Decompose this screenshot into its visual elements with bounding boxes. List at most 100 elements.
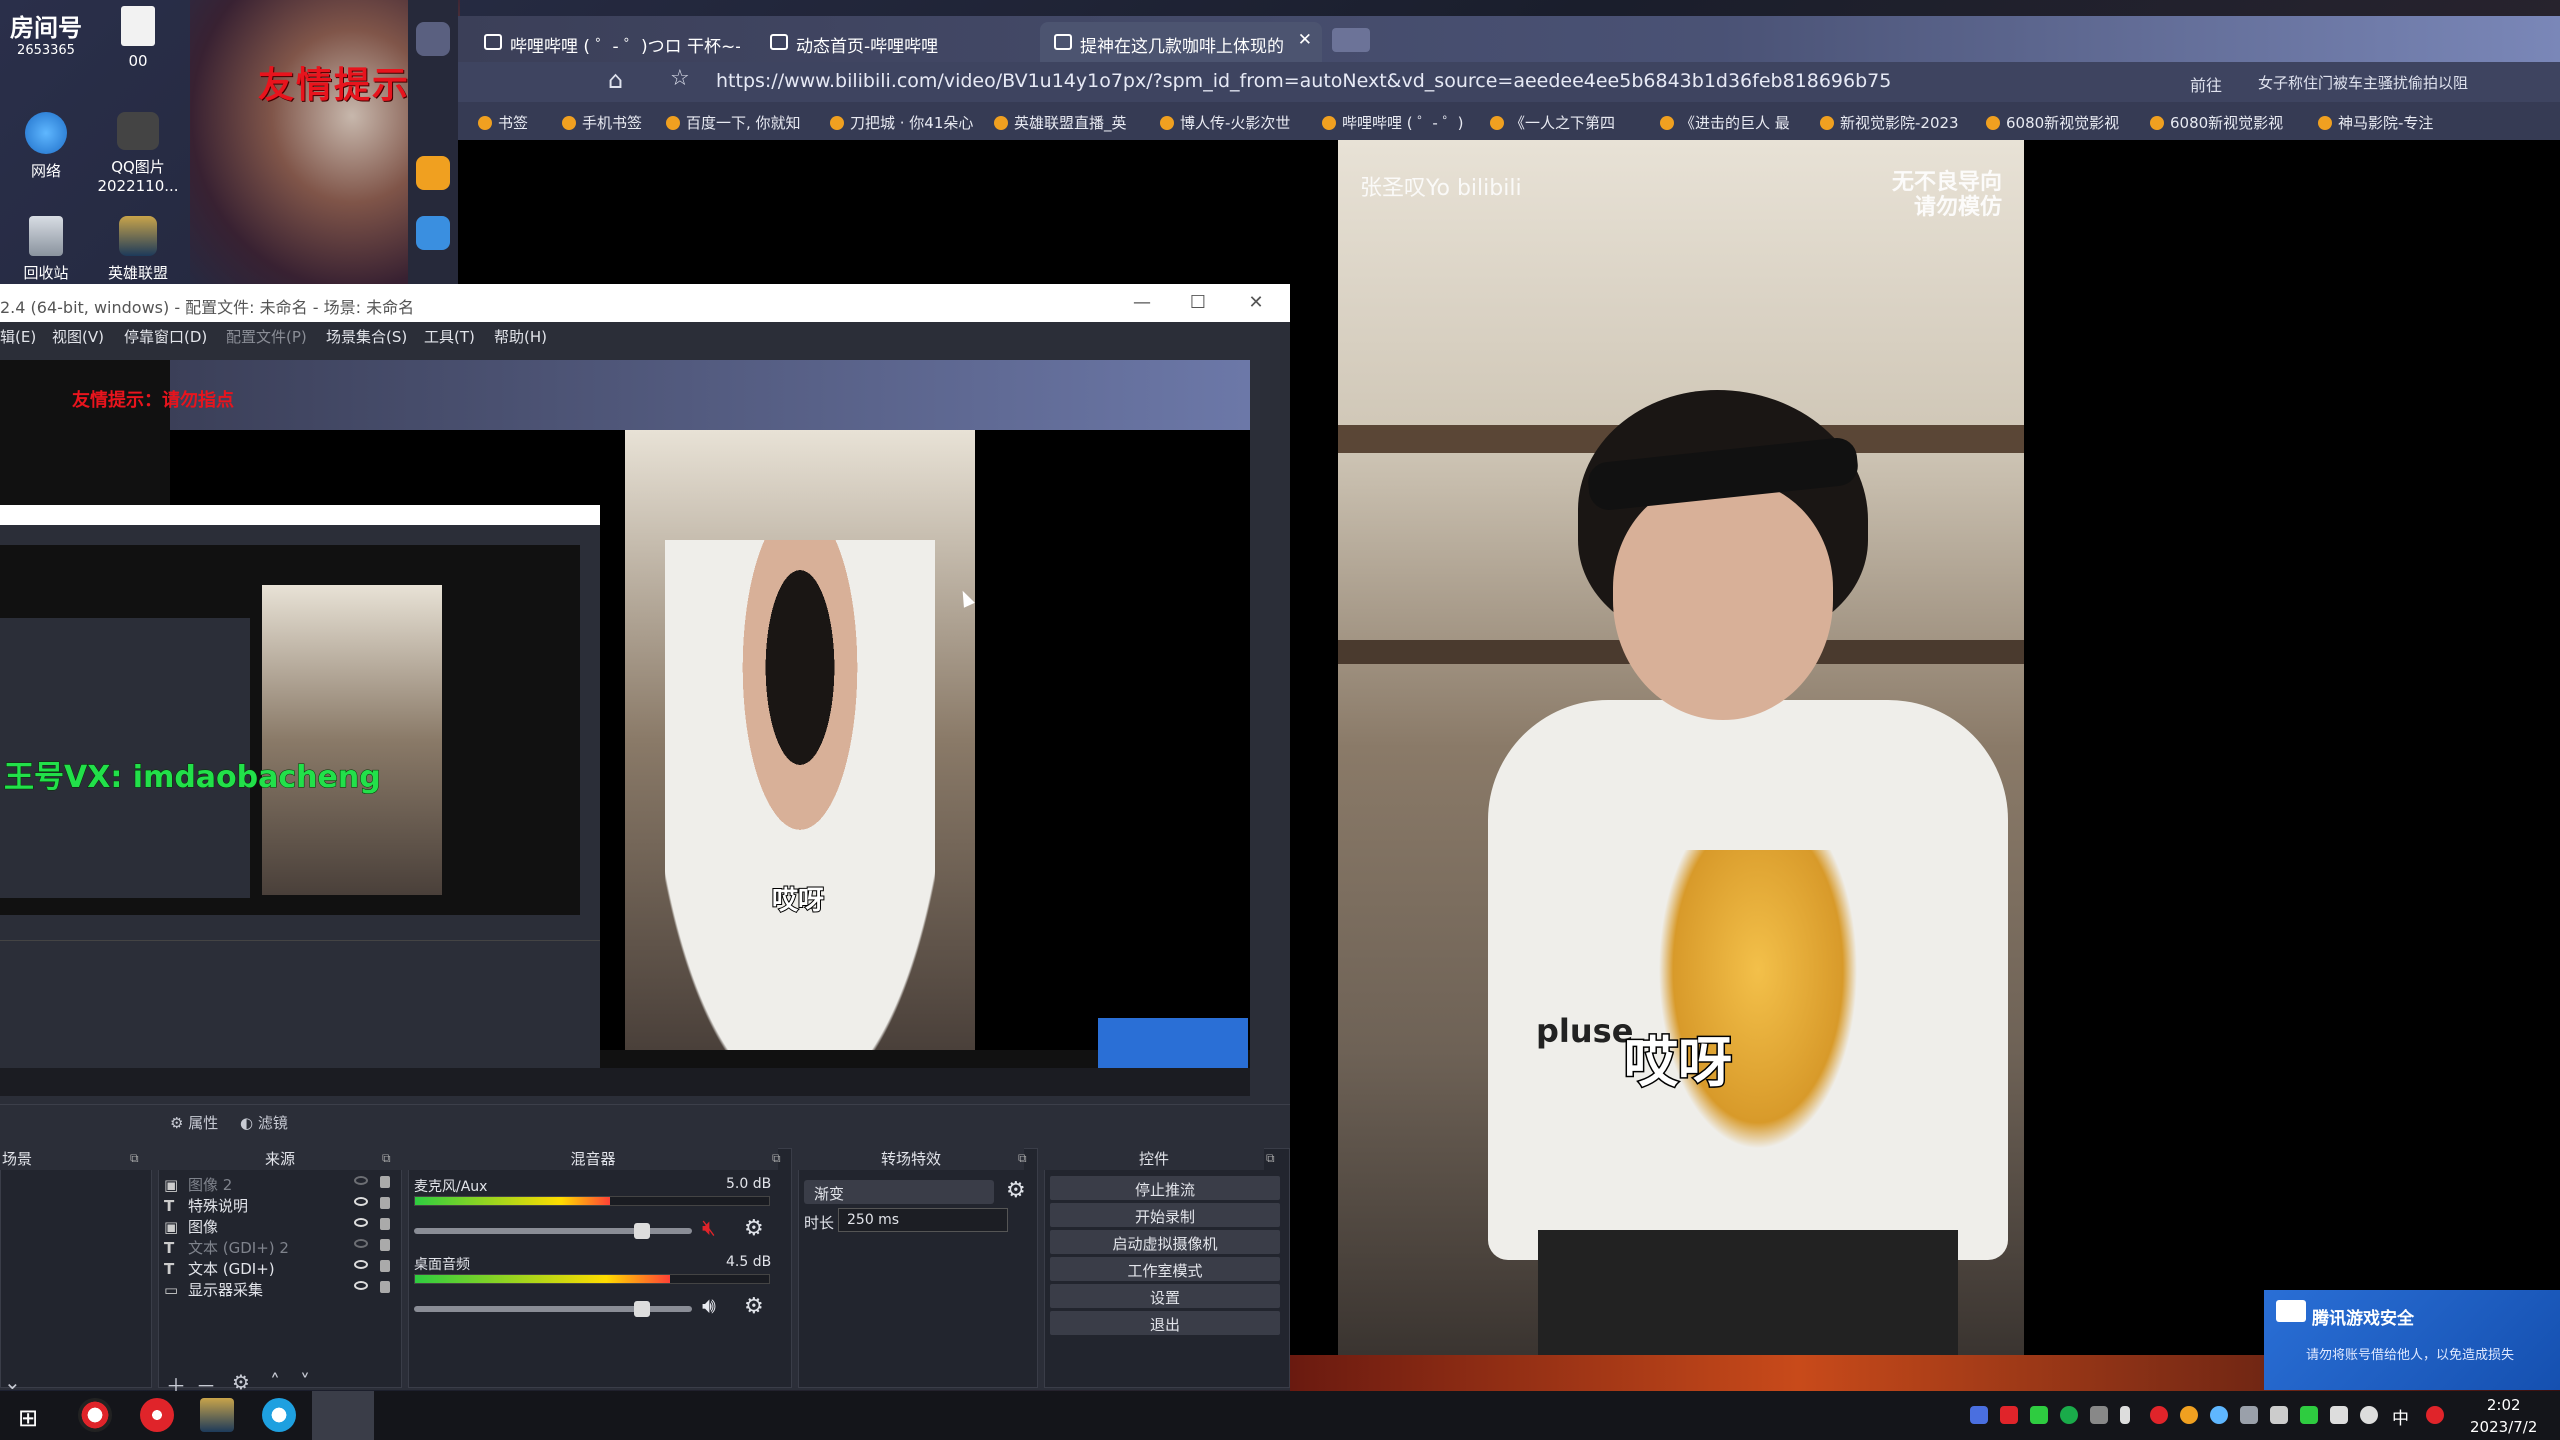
bookmark-item[interactable]: 新视觉影院-2023 xyxy=(1820,112,1959,133)
bookmark-item[interactable]: 6080新视觉影视 xyxy=(1986,112,2119,133)
tray-netease-icon[interactable] xyxy=(2150,1406,2168,1424)
source-item[interactable]: T 特殊说明 xyxy=(164,1195,404,1215)
home-icon[interactable]: ⌂ xyxy=(608,66,623,94)
obs-taskbar-icon[interactable] xyxy=(78,1398,112,1432)
lock-icon[interactable] xyxy=(380,1197,390,1209)
lock-icon[interactable] xyxy=(380,1218,390,1230)
tray-app-icon[interactable] xyxy=(2240,1406,2258,1424)
settings-button[interactable]: 设置 xyxy=(1050,1284,1280,1308)
visibility-eye-icon[interactable] xyxy=(354,1218,368,1227)
visibility-eye-icon[interactable] xyxy=(354,1260,368,1269)
gear-icon[interactable]: ⚙ xyxy=(744,1216,764,1241)
tray-wechat-icon[interactable] xyxy=(2060,1406,2078,1424)
tray-volume-icon[interactable] xyxy=(2360,1406,2378,1424)
bookmark-item[interactable]: 神马影院-专注 xyxy=(2318,112,2433,133)
bookmark-item[interactable]: 百度一下, 你就知 xyxy=(666,112,801,133)
source-item[interactable]: T 文本 (GDI+) xyxy=(164,1258,404,1278)
menu-tools[interactable]: 工具(T) xyxy=(424,326,475,347)
source-item[interactable]: ▣ 图像 2 xyxy=(164,1174,404,1194)
visibility-eye-icon[interactable] xyxy=(354,1197,368,1206)
tray-app-icon[interactable] xyxy=(2270,1406,2288,1424)
tray-app-icon[interactable] xyxy=(2300,1406,2318,1424)
menu-scene-collection[interactable]: 场景集合(S) xyxy=(326,326,407,347)
dock-float-icon[interactable]: ⧉ xyxy=(1266,1151,1275,1166)
volume-slider[interactable] xyxy=(414,1223,692,1239)
virtual-camera-button[interactable]: 启动虚拟摄像机 xyxy=(1050,1230,1280,1254)
video-player[interactable] xyxy=(1338,140,2024,1355)
desktop-icon-network[interactable]: 网络 xyxy=(0,106,92,226)
close-icon[interactable]: ✕ xyxy=(1298,30,1312,50)
forward-button[interactable]: 前往 xyxy=(2190,72,2222,96)
browser-tab-bilibili-home[interactable]: 哔哩哔哩 ( ゜- ゜)つロ 干杯~-bili xyxy=(470,22,740,62)
bookmark-item[interactable]: 哔哩哔哩 ( ゜- ゜) xyxy=(1322,112,1463,133)
start-windows-icon[interactable]: ⊞ xyxy=(18,1404,38,1432)
desktop-icon-qq-image[interactable]: QQ图片 2022110... xyxy=(92,106,184,226)
dock-float-icon[interactable]: ⧉ xyxy=(772,1151,781,1166)
history-clock-icon[interactable] xyxy=(416,216,450,250)
browser-taskbar-icon[interactable] xyxy=(262,1398,296,1432)
tray-app-icon[interactable] xyxy=(2030,1406,2048,1424)
ime-indicator[interactable]: 中 xyxy=(2392,1404,2409,1429)
browser-tab-dynamic[interactable]: 动态首页-哔哩哔哩 xyxy=(756,22,1026,62)
gear-icon[interactable]: ⚙ xyxy=(744,1294,764,1319)
lock-icon[interactable] xyxy=(380,1176,390,1188)
system-clock[interactable]: 2:02 2023/7/2 xyxy=(2470,1394,2537,1438)
tray-mic-icon[interactable] xyxy=(2120,1406,2130,1424)
speaker-icon[interactable]: 🔊︎ xyxy=(702,1294,716,1319)
lock-icon[interactable] xyxy=(380,1260,390,1272)
stop-streaming-button[interactable]: 停止推流 xyxy=(1050,1176,1280,1200)
desktop-icon-00[interactable]: 00 xyxy=(92,0,184,120)
source-item[interactable]: ▣ 图像 xyxy=(164,1216,404,1236)
menu-docks[interactable]: 停靠窗口(D) xyxy=(124,326,207,347)
visibility-eye-icon[interactable] xyxy=(354,1176,368,1185)
visibility-eye-icon[interactable] xyxy=(354,1281,368,1290)
lock-icon[interactable] xyxy=(380,1281,390,1293)
studio-mode-button[interactable]: 工作室模式 xyxy=(1050,1257,1280,1281)
duration-input[interactable]: 250 ms xyxy=(838,1208,1008,1232)
tray-app-icon[interactable] xyxy=(2210,1406,2228,1424)
tray-network-icon[interactable] xyxy=(2330,1406,2348,1424)
tray-sogou-icon[interactable] xyxy=(2426,1406,2444,1424)
tray-app-icon[interactable] xyxy=(2090,1406,2108,1424)
exit-button[interactable]: 退出 xyxy=(1050,1311,1280,1335)
bookmark-star-icon[interactable]: ☆ xyxy=(670,66,690,91)
transition-select[interactable]: 渐变 xyxy=(804,1180,994,1204)
browser-tab-video[interactable]: 提神在这几款咖啡上体现的 ✕ xyxy=(1040,22,1322,62)
bookmark-item[interactable]: 书签 xyxy=(478,112,528,133)
tray-shield-icon[interactable] xyxy=(1970,1406,1988,1424)
start-recording-button[interactable]: 开始录制 xyxy=(1050,1203,1280,1227)
source-item[interactable]: T 文本 (GDI+) 2 xyxy=(164,1237,404,1257)
speaker-muted-icon[interactable]: 🔇︎ xyxy=(702,1216,716,1241)
volume-slider-knob[interactable] xyxy=(633,1223,650,1239)
tray-app-icon[interactable] xyxy=(2180,1406,2198,1424)
browser-logo-icon[interactable] xyxy=(416,22,450,56)
volume-slider-knob[interactable] xyxy=(633,1301,650,1317)
dock-float-icon[interactable]: ⧉ xyxy=(1018,1151,1027,1166)
bookmark-item[interactable]: 手机书签 xyxy=(562,112,642,133)
volume-slider[interactable] xyxy=(414,1301,692,1317)
properties-button[interactable]: ⚙ 属性 xyxy=(170,1112,218,1133)
new-tab-button[interactable] xyxy=(1332,28,1370,52)
minimize-icon[interactable]: — xyxy=(1122,292,1162,313)
desktop-icon-room[interactable]: 房间号 2653365 xyxy=(0,0,92,120)
menu-edit[interactable]: 辑(E) xyxy=(0,326,36,347)
dock-float-icon[interactable]: ⧉ xyxy=(382,1151,391,1166)
bookmark-item[interactable]: 英雄联盟直播_英 xyxy=(994,112,1127,133)
close-icon[interactable]: ✕ xyxy=(1236,292,1276,313)
source-item[interactable]: ▭ 显示器采集 xyxy=(164,1279,404,1299)
bookmark-item[interactable]: 《一人之下第四 xyxy=(1490,112,1615,133)
bookmark-item[interactable]: 6080新视觉影视 xyxy=(2150,112,2283,133)
maximize-icon[interactable]: ☐ xyxy=(1178,292,1218,313)
netease-music-icon[interactable] xyxy=(140,1398,174,1432)
url-input[interactable]: https://www.bilibili.com/video/BV1u14y1o… xyxy=(716,70,1891,92)
lock-icon[interactable] xyxy=(380,1239,390,1251)
bookmark-item[interactable]: 《进击的巨人 最 xyxy=(1660,112,1790,133)
bookmark-item[interactable]: 刀把城 · 你41朵心 xyxy=(830,112,973,133)
dock-float-icon[interactable]: ⧉ xyxy=(130,1151,139,1166)
menu-view[interactable]: 视图(V) xyxy=(52,326,104,347)
gear-icon[interactable]: ⚙ xyxy=(1006,1178,1026,1203)
menu-help[interactable]: 帮助(H) xyxy=(494,326,547,347)
bookmark-item[interactable]: 博人传-火影次世 xyxy=(1160,112,1290,133)
tray-app-icon[interactable] xyxy=(2000,1406,2018,1424)
visibility-eye-icon[interactable] xyxy=(354,1239,368,1248)
